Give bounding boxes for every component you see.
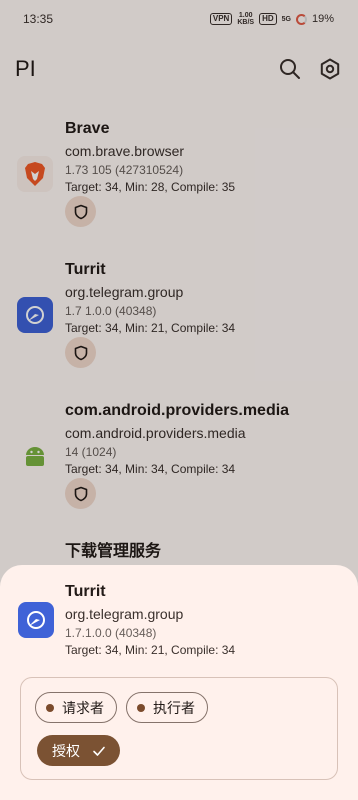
role-card: 请求者 执行者 授权	[20, 677, 338, 780]
turrit-icon	[18, 602, 54, 638]
sheet-app-info: Turrit org.telegram.group 1.7.1.0.0 (403…	[65, 581, 348, 659]
grant-chip[interactable]: 授权	[37, 735, 120, 766]
app-package: org.telegram.group	[65, 606, 184, 622]
screen: 13:35 VPN 1.00 KB/S HD 5G 19% PI Brave co…	[0, 0, 358, 800]
requester-label: 请求者	[62, 699, 104, 716]
app-version: 1.7.1.0.0 (40348)	[65, 626, 157, 640]
bottom-sheet: Turrit org.telegram.group 1.7.1.0.0 (403…	[0, 565, 358, 800]
scrim[interactable]	[0, 0, 358, 100]
grant-label: 授权	[52, 742, 80, 759]
requester-dot-icon	[46, 703, 54, 712]
executor-dot-icon	[137, 703, 145, 712]
executor-chip[interactable]: 执行者	[126, 692, 208, 723]
executor-label: 执行者	[153, 699, 195, 716]
app-name: Turrit	[65, 583, 106, 600]
requester-chip[interactable]: 请求者	[35, 692, 117, 723]
app-sdk-info: Target: 34, Min: 21, Compile: 34	[65, 643, 236, 657]
checkmark-icon	[93, 746, 105, 756]
